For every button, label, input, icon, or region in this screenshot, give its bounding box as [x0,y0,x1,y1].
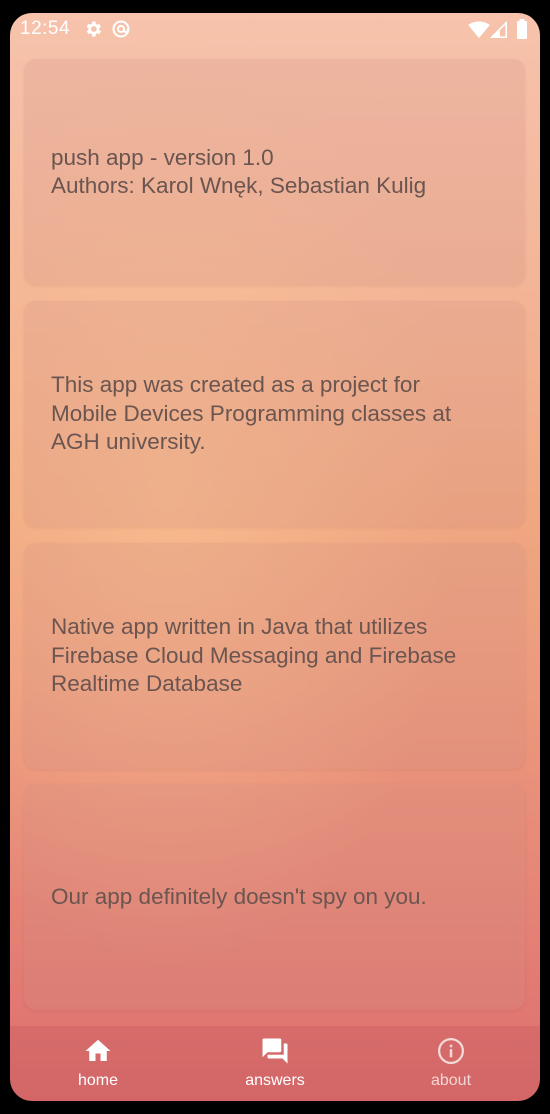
nav-item-answers[interactable]: answers [187,1026,363,1101]
cellular-signal-icon [490,21,508,39]
about-card-privacy: Our app definitely doesn't spy on you. [24,784,525,1010]
about-card-project: This app was created as a project for Mo… [24,301,525,527]
about-card-version: push app - version 1.0 Authors: Karol Wn… [24,59,525,285]
phone-screen: 12:54 push app - version 1.0 Authors: Ka… [10,13,540,1101]
bottom-navigation: home answers about [10,1026,540,1101]
gear-icon [86,21,101,37]
nav-item-about[interactable]: about [363,1026,539,1101]
nav-label-answers: answers [245,1072,305,1089]
card-text: Our app definitely doesn't spy on you. [51,883,427,909]
home-icon [85,1039,111,1061]
battery-icon [517,19,527,39]
nav-item-home[interactable]: home [10,1026,186,1101]
status-bar: 12:54 [10,13,540,47]
about-card-technology: Native app written in Java that utilizes… [24,543,525,769]
forum-icon [262,1038,288,1064]
nav-label-home: home [77,1072,119,1089]
status-time: 12:54 [20,18,71,39]
card-text: Native app written in Java that utilizes… [51,614,457,697]
info-icon [438,1038,464,1064]
card-text: This app was created as a project for Mo… [51,372,452,455]
nav-label-about: about [430,1072,472,1089]
at-sign-icon [112,20,130,38]
card-text: push app - version 1.0 Authors: Karol Wn… [51,144,427,199]
wifi-icon [468,21,490,39]
